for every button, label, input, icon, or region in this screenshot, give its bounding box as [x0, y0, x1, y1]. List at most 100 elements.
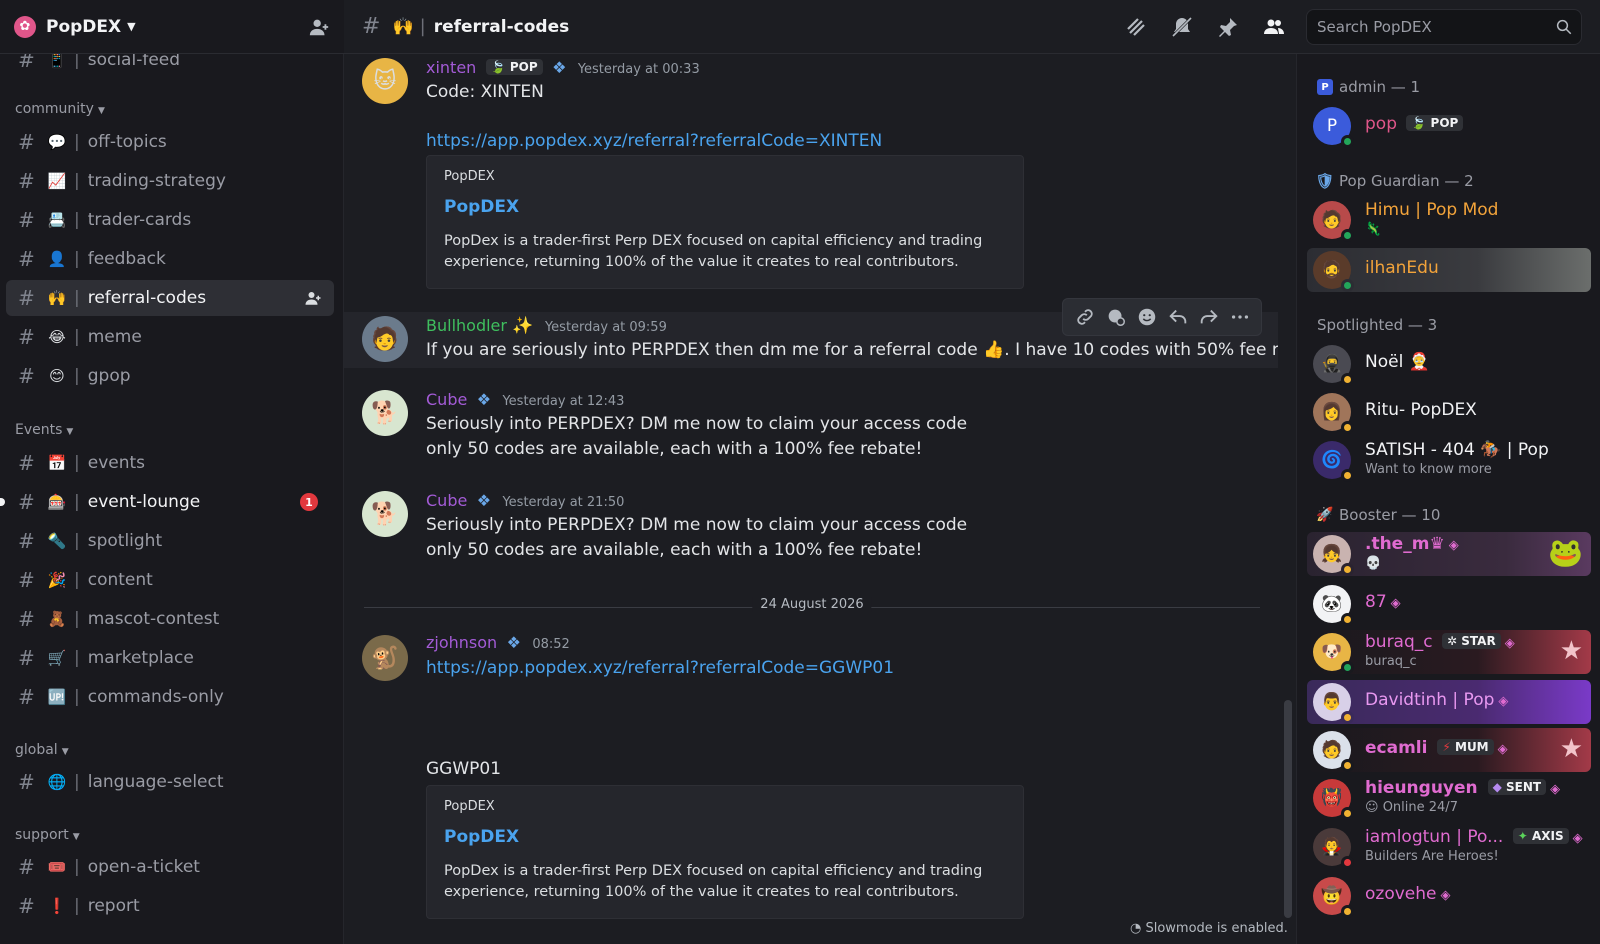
- forward-icon[interactable]: [1198, 306, 1220, 328]
- username[interactable]: xinten: [426, 58, 476, 77]
- message-actions-toolbar: [1062, 298, 1262, 336]
- user-avatar[interactable]: 🐱: [362, 58, 408, 104]
- member-item[interactable]: 🤠 ozovehe ◈: [1307, 874, 1591, 918]
- channel-commands-only[interactable]: # 🆙 | commands-only: [6, 679, 334, 715]
- channel-trader-cards[interactable]: # 📇 | trader-cards: [6, 202, 334, 238]
- message-text: If you are seriously into PERPDEX then d…: [426, 340, 1278, 360]
- channel-referral-codes[interactable]: # 🙌 | referral-codes: [6, 280, 334, 316]
- member-group-guardian: 🛡 Pop Guardian — 2: [1315, 172, 1474, 190]
- hash-icon: #: [18, 364, 35, 388]
- channel-off-topics[interactable]: # 💬 | off-topics: [6, 124, 334, 160]
- user-avatar[interactable]: 🐒: [362, 635, 408, 681]
- clock-icon: ◔: [1130, 921, 1142, 936]
- user-avatar[interactable]: 🐕: [362, 491, 408, 537]
- member-item[interactable]: 🐶 buraq_c ✲ STAR ◈ buraq_c ★: [1307, 630, 1591, 674]
- chevron-down-icon: ▼: [127, 20, 136, 33]
- more-options-icon[interactable]: [1229, 306, 1251, 328]
- channel-language-select[interactable]: # 🌐 | language-select: [6, 764, 334, 800]
- channel-social-feed[interactable]: # 📱 | social-feed: [6, 54, 334, 78]
- slowmode-notice: ◔ Slowmode is enabled.: [1130, 921, 1288, 936]
- search-input[interactable]: [1307, 10, 1581, 44]
- user-avatar[interactable]: 🐕: [362, 390, 408, 436]
- category-community[interactable]: community ▼: [15, 101, 105, 117]
- member-item[interactable]: 👧 .the_m♛ ◈ 💀 🐸: [1307, 532, 1591, 576]
- channel-events[interactable]: # 📅 | events: [6, 445, 334, 481]
- channel-name: social-feed: [87, 54, 181, 70]
- app-reaction-icon[interactable]: [1105, 306, 1127, 328]
- channel-emoji: 📅: [47, 454, 67, 472]
- invite-icon[interactable]: [304, 289, 322, 307]
- message-text: GGWP01: [426, 759, 502, 779]
- channel-mascot-contest[interactable]: # 🧸 | mascot-contest: [6, 601, 334, 637]
- member-item[interactable]: 👩 Ritu- PopDEX: [1307, 390, 1591, 434]
- message-link[interactable]: https://app.popdex.xyz/referral?referral…: [426, 658, 894, 678]
- channel-spotlight[interactable]: # 🔦 | spotlight: [6, 523, 334, 559]
- member-list: Padmin — 1 P pop 🍃 POP 🛡 Pop Guardian — 2…: [1296, 54, 1600, 944]
- server-header[interactable]: ✿ PopDEX ▼: [0, 0, 344, 54]
- smile-emoji: ☺: [1365, 800, 1379, 815]
- reply-icon[interactable]: [1167, 306, 1189, 328]
- channel-gpop[interactable]: # 😊 | gpop: [6, 358, 334, 394]
- channel-emoji: 🌐: [47, 773, 67, 791]
- channel-name: off-topics: [87, 132, 167, 152]
- member-list-icon[interactable]: [1262, 15, 1286, 39]
- category-support[interactable]: support ▼: [15, 827, 80, 843]
- status-emoji: 🦎: [1365, 222, 1382, 237]
- member-item[interactable]: P pop 🍃 POP: [1307, 104, 1591, 148]
- username[interactable]: zjohnson: [426, 633, 497, 652]
- guild-tag: ✦ AXIS: [1512, 828, 1569, 844]
- channel-emoji: 📱: [47, 54, 67, 69]
- embed-title[interactable]: PopDEX: [444, 827, 519, 847]
- member-item[interactable]: 🧑 ecamli ⚡ MUM ◈ ★: [1307, 728, 1591, 772]
- message-link[interactable]: https://app.popdex.xyz/referral?referral…: [426, 131, 882, 151]
- member-item[interactable]: 👨 Davidtinh | Pop ◈: [1307, 680, 1591, 724]
- search-box[interactable]: [1306, 9, 1582, 45]
- member-item[interactable]: 🧑 Himu | Pop Mod 🦎: [1307, 198, 1591, 242]
- channel-open-a-ticket[interactable]: # 🎟️ | open-a-ticket: [6, 849, 334, 885]
- add-reaction-icon[interactable]: [1136, 306, 1158, 328]
- timestamp: Yesterday at 12:43: [502, 394, 625, 409]
- member-item[interactable]: 🥷 Noël 🤶: [1307, 342, 1591, 386]
- copy-link-icon[interactable]: [1074, 306, 1096, 328]
- embed-title[interactable]: PopDEX: [444, 197, 519, 217]
- channel-report[interactable]: # ❗ | report: [6, 888, 334, 924]
- channel-meme[interactable]: # 😂 | meme: [6, 319, 334, 355]
- message-scrollbar[interactable]: [1284, 700, 1292, 918]
- username[interactable]: Bullhodler: [426, 316, 507, 335]
- member-item[interactable]: 🧛 iamlogtun | Po... ✦ AXIS ◈ Builders Are…: [1307, 825, 1591, 869]
- category-global[interactable]: global ▼: [15, 742, 69, 758]
- channel-name: gpop: [87, 366, 131, 386]
- category-events[interactable]: Events ▼: [15, 422, 73, 438]
- status-online: [1341, 661, 1354, 674]
- pin-icon[interactable]: [1216, 15, 1240, 39]
- member-item[interactable]: 👹 hieunguyen ◆ SENT ◈ ☺ Online 24/7: [1307, 776, 1591, 820]
- status-idle: [1341, 905, 1354, 918]
- username[interactable]: Cube: [426, 491, 467, 510]
- guild-tag: ⚡ MUM: [1437, 739, 1494, 755]
- notification-bell-muted-icon[interactable]: [1170, 15, 1194, 39]
- threads-icon[interactable]: [1124, 15, 1148, 39]
- channel-feedback[interactable]: # 👤 | feedback: [6, 241, 334, 277]
- timestamp: Yesterday at 21:50: [502, 495, 625, 510]
- status-idle: [1341, 613, 1354, 626]
- crystal-badge-icon: ❖: [552, 58, 567, 77]
- channel-marketplace[interactable]: # 🛒 | marketplace: [6, 640, 334, 676]
- channel-content[interactable]: # 🎉 | content: [6, 562, 334, 598]
- channel-emoji: 📈: [47, 172, 67, 190]
- shield-icon: 🛡: [1315, 172, 1335, 190]
- crown-emoji: ♛: [1429, 534, 1445, 554]
- message: 🐕 Cube ❖ Yesterday at 12:43 Seriously in…: [344, 386, 1278, 466]
- channel-name: open-a-ticket: [87, 857, 200, 877]
- user-avatar[interactable]: 🧑: [362, 316, 408, 362]
- member-item[interactable]: 🌀 SATISH - 404 🏇 | Pop Want to know more: [1307, 438, 1591, 482]
- channel-trading-strategy[interactable]: # 📈 | trading-strategy: [6, 163, 334, 199]
- username[interactable]: Cube: [426, 390, 467, 409]
- channel-event-lounge[interactable]: # 🎰 | event-lounge 1: [0, 484, 334, 520]
- hash-icon: #: [18, 894, 35, 918]
- member-item[interactable]: 🐼 87 ◈: [1307, 582, 1591, 626]
- status-online: [1341, 135, 1354, 148]
- member-item[interactable]: 🧔 ilhanEdu: [1307, 248, 1591, 292]
- invite-people-icon[interactable]: [308, 16, 330, 38]
- hash-icon: #: [18, 130, 35, 154]
- channel-emoji: 💬: [47, 133, 67, 151]
